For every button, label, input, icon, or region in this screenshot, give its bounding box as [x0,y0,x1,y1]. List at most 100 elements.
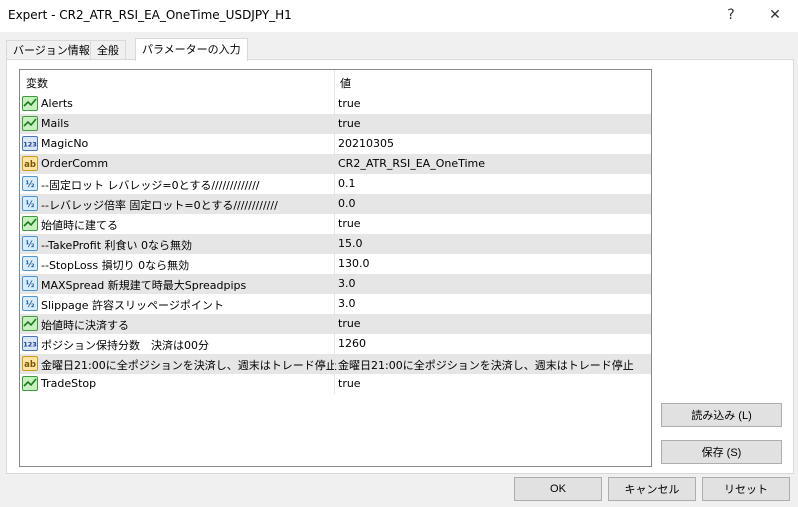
table-row[interactable]: ab OrderComm CR2_ATR_RSI_EA_OneTime [20,154,651,174]
column-divider [334,134,335,154]
column-divider [334,274,335,294]
parameter-grid[interactable]: 変数 値 Alerts true Mails true 123 MagicNo 202103… [19,69,652,467]
table-row[interactable]: ½ --固定ロット レバレッジ=0とする///////////// 0.1 [20,174,651,194]
parameter-name: 始値時に建てる [41,219,118,232]
parameter-name: 金曜日21:00に全ポジションを決済し、週末はトレード停止 [41,359,337,372]
parameter-value[interactable]: 20210305 [338,137,394,150]
tab-version-info[interactable]: バージョン情報 [6,40,97,60]
parameter-name: MAXSpread 新規建て時最大Spreadpips [41,279,247,292]
table-row[interactable]: Mails true [20,114,651,134]
parameter-name: --レバレッジ倍率 固定ロット=0とする//////////// [41,199,278,212]
table-row[interactable]: ½ --TakeProfit 利食い 0なら無効 15.0 [20,234,651,254]
parameter-value[interactable]: 0.0 [338,197,356,210]
column-divider [334,314,335,334]
svg-text:½: ½ [26,179,35,190]
column-header-variable[interactable]: 変数 [26,75,48,91]
parameter-value[interactable]: true [338,97,361,110]
svg-text:½: ½ [26,239,35,250]
column-divider [334,114,335,134]
column-divider [334,374,335,394]
parameter-name: MagicNo [41,137,89,150]
svg-text:ab: ab [24,160,36,170]
int-icon: 123 [22,336,38,351]
column-divider[interactable] [334,70,335,94]
reset-button[interactable]: リセット [702,477,790,501]
tab-panel: 変数 値 Alerts true Mails true 123 MagicNo 202103… [6,59,794,474]
svg-text:½: ½ [26,199,35,210]
parameter-value[interactable]: true [338,377,361,390]
tab-strip: バージョン情報 全般 パラメーターの入力 [0,38,798,61]
table-row[interactable]: ½ --StopLoss 損切り 0なら無効 130.0 [20,254,651,274]
column-divider [334,174,335,194]
table-row[interactable]: ½ MAXSpread 新規建て時最大Spreadpips 3.0 [20,274,651,294]
parameter-name: TradeStop [41,377,97,390]
parameter-value[interactable]: 金曜日21:00に全ポジションを決済し、週末はトレード停止 [338,357,634,373]
table-row[interactable]: Alerts true [20,94,651,114]
parameter-name: Alerts [41,97,73,110]
parameter-value[interactable]: 0.1 [338,177,356,190]
table-row[interactable]: 123 ポジション保持分数 決済は00分 1260 [20,334,651,354]
string-icon: ab [22,156,38,171]
parameter-value[interactable]: CR2_ATR_RSI_EA_OneTime [338,157,485,170]
column-header-value[interactable]: 値 [340,75,351,91]
bool-icon [22,216,38,231]
column-divider [334,294,335,314]
parameter-name: ポジション保持分数 決済は00分 [41,339,209,352]
svg-text:ab: ab [24,360,36,370]
double-icon: ½ [22,236,38,251]
window-title: Expert - CR2_ATR_RSI_EA_OneTime_USDJPY_H… [8,8,292,22]
double-icon: ½ [22,296,38,311]
save-button[interactable]: 保存 (S) [661,440,782,464]
bool-icon [22,116,38,131]
column-divider [334,194,335,214]
table-row[interactable]: 始値時に決済する true [20,314,651,334]
ok-button[interactable]: OK [514,477,602,501]
svg-text:½: ½ [26,299,35,310]
parameter-value[interactable]: true [338,317,361,330]
tab-general[interactable]: 全般 [90,40,126,60]
grid-header: 変数 値 [20,70,651,94]
int-icon: 123 [22,136,38,151]
string-icon: ab [22,356,38,371]
parameter-name: Slippage 許容スリッページポイント [41,299,224,312]
parameter-name: OrderComm [41,157,109,170]
table-row[interactable]: ½ Slippage 許容スリッページポイント 3.0 [20,294,651,314]
cancel-button[interactable]: キャンセル [608,477,696,501]
parameter-value[interactable]: 1260 [338,337,366,350]
parameter-name: --StopLoss 損切り 0なら無効 [41,259,190,272]
parameter-value[interactable]: 15.0 [338,237,363,250]
bool-icon [22,376,38,391]
column-divider [334,234,335,254]
column-divider [334,354,335,374]
double-icon: ½ [22,176,38,191]
load-button[interactable]: 読み込み (L) [661,403,782,427]
parameter-value[interactable]: 3.0 [338,297,356,310]
table-row[interactable]: ½ --レバレッジ倍率 固定ロット=0とする//////////// 0.0 [20,194,651,214]
tab-input-parameters[interactable]: パラメーターの入力 [135,38,248,61]
parameter-name: --TakeProfit 利食い 0なら無効 [41,239,192,252]
close-button[interactable]: ✕ [755,2,795,28]
parameter-value[interactable]: true [338,117,361,130]
column-divider [334,254,335,274]
column-divider [334,334,335,354]
bool-icon [22,96,38,111]
parameter-value[interactable]: 3.0 [338,277,356,290]
column-divider [334,214,335,234]
parameter-value[interactable]: 130.0 [338,257,370,270]
svg-text:123: 123 [23,141,37,149]
table-row[interactable]: TradeStop true [20,374,651,394]
svg-text:½: ½ [26,259,35,270]
double-icon: ½ [22,196,38,211]
table-row[interactable]: 123 MagicNo 20210305 [20,134,651,154]
table-row[interactable]: ab 金曜日21:00に全ポジションを決済し、週末はトレード停止 金曜日21:00に… [20,354,651,374]
parameter-name: Mails [41,117,70,130]
double-icon: ½ [22,276,38,291]
column-divider [334,94,335,114]
table-row[interactable]: 始値時に建てる true [20,214,651,234]
svg-text:123: 123 [23,341,37,349]
parameter-name: --固定ロット レバレッジ=0とする///////////// [41,179,260,192]
svg-text:½: ½ [26,279,35,290]
bool-icon [22,316,38,331]
help-button[interactable]: ? [711,2,751,28]
parameter-value[interactable]: true [338,217,361,230]
